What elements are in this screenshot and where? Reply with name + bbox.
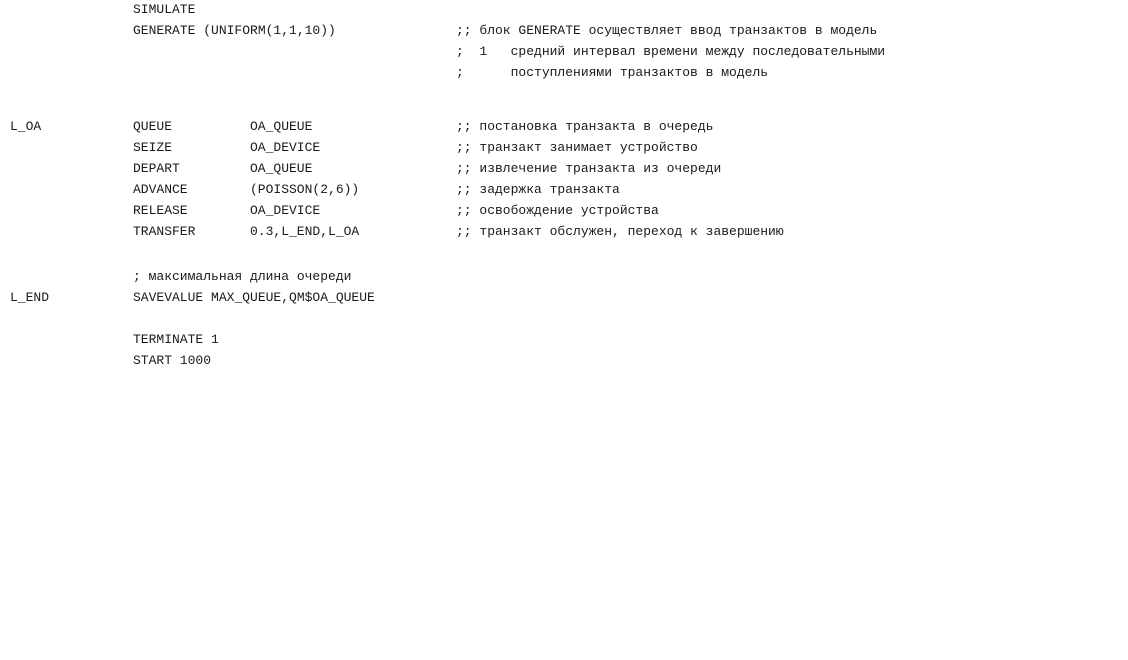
label-l-end: L_END — [10, 290, 50, 305]
gpss-code-listing: SIMULATE GENERATE (UNIFORM(1,1,10)) ;; б… — [0, 0, 1128, 412]
advance-operator: ADVANCE — [133, 182, 188, 197]
queue-operator: QUEUE — [133, 119, 173, 134]
generate-comment-line-2: ; 1 средний интервал времени между после… — [456, 44, 886, 59]
transfer-operand: 0.3,L_END,L_OA — [250, 224, 360, 239]
terminate-statement: TERMINATE 1 — [133, 332, 219, 347]
depart-operand: OA_QUEUE — [250, 161, 313, 176]
seize-comment: ;; транзакт занимает устройство — [456, 140, 698, 155]
savevalue-statement: SAVEVALUE MAX_QUEUE,QM$OA_QUEUE — [133, 290, 375, 305]
seize-operand: OA_DEVICE — [250, 140, 321, 155]
generate-statement: GENERATE (UNIFORM(1,1,10)) — [133, 23, 336, 38]
depart-operator: DEPART — [133, 161, 180, 176]
generate-comment-line-1: ;; блок GENERATE осуществляет ввод транз… — [456, 23, 878, 38]
release-operand: OA_DEVICE — [250, 203, 321, 218]
simulate-statement: SIMULATE — [133, 2, 196, 17]
depart-comment: ;; извлечение транзакта из очереди — [456, 161, 722, 176]
advance-comment: ;; задержка транзакта — [456, 182, 620, 197]
generate-comment-line-3: ; поступлениями транзактов в модель — [456, 65, 769, 80]
transfer-comment: ;; транзакт обслужен, переход к завершен… — [456, 224, 784, 239]
queue-operand: OA_QUEUE — [250, 119, 313, 134]
advance-operand: (POISSON(2,6)) — [250, 182, 360, 197]
start-statement: START 1000 — [133, 353, 212, 368]
label-l-oa: L_OA — [10, 119, 42, 134]
max-queue-comment: ; максимальная длина очереди — [133, 269, 352, 284]
queue-comment: ;; постановка транзакта в очередь — [456, 119, 714, 134]
release-operator: RELEASE — [133, 203, 188, 218]
seize-operator: SEIZE — [133, 140, 173, 155]
release-comment: ;; освобождение устройства — [456, 203, 659, 218]
transfer-operator: TRANSFER — [133, 224, 196, 239]
